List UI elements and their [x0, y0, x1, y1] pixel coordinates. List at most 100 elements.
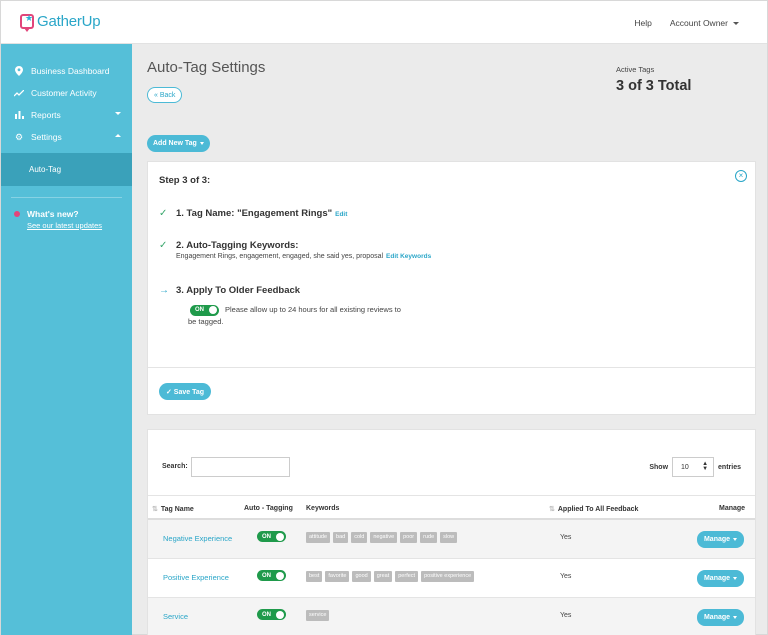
account-label: Account Owner — [669, 18, 728, 28]
keyword-chip: perfect — [395, 571, 419, 582]
apply-older-row: ON Please allow up to 24 hours for all e… — [188, 304, 401, 328]
gear-icon: ⚙ — [14, 131, 24, 142]
apply-older-toggle[interactable]: ON — [190, 304, 219, 316]
entries-label: entries — [718, 463, 741, 471]
chevron-down-icon — [733, 538, 738, 541]
sidebar-item-business-dashboard[interactable]: Business Dashboard — [1, 60, 132, 82]
keyword-chip: rude — [420, 532, 438, 543]
sort-icon: ⇅ — [152, 506, 158, 513]
tag-name-link[interactable]: Negative Experience — [163, 534, 232, 543]
save-tag-button[interactable]: ✓ Save Tag — [159, 383, 212, 400]
keyword-chip: bad — [333, 532, 349, 543]
auto-tagging-toggle[interactable]: ON — [257, 531, 286, 542]
auto-tagging-toggle[interactable]: ON — [257, 609, 286, 620]
keyword-chip: cold — [351, 532, 368, 543]
logo-text: GatherUp — [37, 13, 101, 30]
applied-value: Yes — [560, 573, 572, 580]
account-menu[interactable]: Account Owner — [670, 18, 739, 28]
entries-select[interactable]: 10 ▲ ▼ — [672, 457, 715, 477]
keyword-list: attitude bad cold negative poor rude slo… — [306, 532, 458, 543]
keyword-chip: attitude — [306, 532, 331, 543]
sidebar-item-customer-activity[interactable]: Customer Activity — [1, 82, 132, 104]
keyword-chip: best — [306, 571, 323, 582]
entries-value: 10 — [681, 463, 689, 471]
th-tag-name[interactable]: ⇅ Tag Name — [152, 505, 194, 513]
step-card: × Step 3 of 3: ✓ 1. Tag Name: "Engagemen… — [147, 161, 756, 415]
apply-older-desc-line1: Please allow up to 24 hours for all exis… — [225, 305, 401, 314]
active-tags-value: 3 of 3 Total — [616, 78, 692, 94]
sidebar-item-label: Reports — [31, 110, 61, 120]
sidebar-item-label: Business Dashboard — [31, 66, 110, 76]
active-tags-label: Active Tags — [616, 65, 655, 74]
step-1-label: 1. Tag Name: "Engagement Rings" — [176, 208, 333, 219]
applied-value: Yes — [560, 612, 572, 619]
help-link[interactable]: Help — [634, 18, 651, 28]
keyword-chip: good — [352, 571, 371, 582]
bar-chart-icon — [13, 111, 25, 119]
keyword-chip: negative — [370, 532, 398, 543]
tags-table-card: Search: Show 10 ▲ ▼ entries ⇅ Tag Name Aut… — [147, 429, 756, 635]
toggle-knob — [209, 306, 217, 314]
step-2: ✓ 2. Auto-Tagging Keywords: Engagement R… — [159, 240, 431, 260]
checkmark-icon: ✓ — [159, 240, 168, 251]
sidebar-subitem-auto-tag[interactable]: Auto-Tag — [1, 153, 132, 186]
whats-new-title: What's new? — [27, 209, 79, 219]
chevron-down-icon — [733, 616, 738, 619]
page-title: Auto-Tag Settings — [147, 59, 266, 76]
apply-older-desc-line2: be tagged. — [188, 317, 224, 326]
gatherup-logo[interactable]: ★ GatherUp — [20, 13, 101, 32]
edit-tag-name-link[interactable]: Edit — [335, 211, 347, 218]
whats-new-link[interactable]: See our latest updates — [27, 221, 102, 230]
sidebar-divider — [11, 197, 122, 198]
logo-icon: ★ — [20, 13, 34, 32]
applied-value: Yes — [560, 534, 572, 541]
close-icon[interactable]: × — [735, 170, 747, 182]
manage-button[interactable]: Manage — [697, 531, 744, 548]
keyword-chip: favorite — [325, 571, 350, 582]
card-divider — [148, 367, 755, 368]
top-bar: ★ GatherUp Help Account Owner — [1, 1, 767, 44]
th-manage: Manage — [719, 505, 746, 512]
tag-name-link[interactable]: Service — [163, 612, 188, 621]
arrow-right-icon: → — [159, 285, 169, 296]
edit-keywords-link[interactable]: Edit Keywords — [386, 253, 431, 260]
keyword-chip: slow — [440, 532, 458, 543]
sort-icon: ⇅ — [549, 506, 555, 513]
chevron-down-icon — [733, 21, 739, 25]
back-button[interactable]: « Back — [147, 87, 183, 103]
step-3-label: 3. Apply To Older Feedback — [176, 285, 301, 296]
keyword-chip: great — [373, 571, 393, 582]
manage-button[interactable]: Manage — [697, 609, 744, 626]
step-1: ✓ 1. Tag Name: "Engagement Rings" Edit — [159, 208, 347, 219]
table-row: Positive Experience ON best favorite goo… — [148, 559, 755, 598]
add-new-tag-button[interactable]: Add New Tag — [147, 135, 210, 152]
th-applied[interactable]: ⇅ Applied To All Feedback — [549, 505, 638, 513]
th-keywords[interactable]: Keywords — [306, 505, 339, 512]
manage-button[interactable]: Manage — [697, 570, 744, 587]
keyword-list: service — [306, 610, 330, 621]
keyword-chip: poor — [400, 532, 418, 543]
tag-name-link[interactable]: Positive Experience — [163, 573, 229, 582]
map-pin-icon — [13, 66, 25, 76]
sidebar-item-label: Settings — [31, 132, 62, 142]
updown-arrows-icon: ▲ ▼ — [702, 461, 709, 472]
notification-dot-icon — [14, 211, 20, 217]
sidebar-item-settings[interactable]: ⚙ Settings — [1, 126, 132, 148]
table-row: Service ON service Yes Manage — [148, 598, 755, 635]
search-label: Search: — [162, 463, 188, 470]
auto-tagging-toggle[interactable]: ON — [257, 570, 286, 581]
step-3: → 3. Apply To Older Feedback — [159, 285, 300, 296]
show-entries: Show 10 ▲ ▼ entries — [649, 457, 741, 477]
toggle-label: ON — [195, 307, 204, 313]
search-input[interactable] — [191, 457, 290, 477]
step-2-label: 2. Auto-Tagging Keywords: — [176, 240, 299, 251]
sidebar-item-reports[interactable]: Reports — [1, 104, 132, 126]
keyword-list: best favorite good great perfect positiv… — [306, 571, 475, 582]
chevron-down-icon — [733, 577, 738, 580]
step-2-keywords: Engagement Rings, engagement, engaged, s… — [176, 253, 384, 260]
keyword-chip: service — [306, 610, 330, 621]
th-auto-tagging[interactable]: Auto - Tagging — [244, 505, 293, 512]
add-new-tag-label: Add New Tag — [153, 140, 197, 147]
sidebar-item-label: Customer Activity — [31, 88, 97, 98]
chevron-down-icon — [199, 142, 204, 145]
